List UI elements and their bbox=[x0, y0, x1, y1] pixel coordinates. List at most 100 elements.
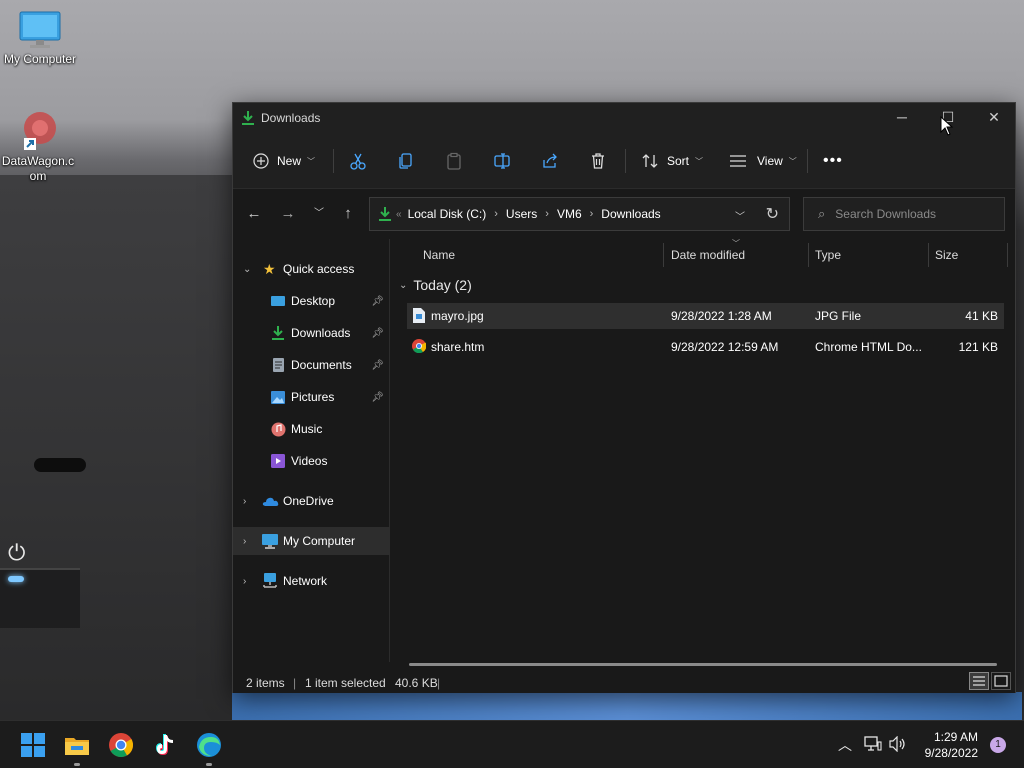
refresh-icon[interactable]: ↻ bbox=[766, 204, 779, 224]
chrome-icon bbox=[412, 339, 426, 353]
breadcrumb-vm6[interactable]: VM6 bbox=[557, 207, 582, 221]
picture-icon bbox=[271, 390, 285, 404]
taskbar: ︿ 1:29 AM 9/28/2022 1 bbox=[0, 720, 1024, 768]
file-type: JPG File bbox=[815, 309, 862, 323]
address-history-chevron-icon[interactable]: ﹀ bbox=[735, 208, 745, 223]
nav-item-label: Documents bbox=[291, 358, 352, 372]
chevron-down-icon: ﹀ bbox=[695, 156, 704, 166]
copy-button[interactable] bbox=[397, 147, 415, 175]
search-placeholder: Search Downloads bbox=[835, 207, 937, 221]
column-divider[interactable] bbox=[663, 243, 664, 267]
recent-locations-button[interactable]: ﹀ bbox=[307, 203, 331, 225]
nav-item-label: Videos bbox=[291, 454, 328, 468]
group-header-today[interactable]: ⌄ Today (2) bbox=[399, 277, 472, 293]
desktop-icon-my-computer[interactable]: My Computer bbox=[0, 10, 80, 67]
minimize-button[interactable]: ─ bbox=[879, 103, 925, 133]
clipboard-icon bbox=[447, 152, 461, 170]
view-button[interactable]: View ﹀ bbox=[729, 147, 797, 175]
navigation-pane: ⌄ ★ Quick access Desktop 📌︎ Downloads 📌︎… bbox=[233, 239, 390, 662]
windows-start-icon[interactable] bbox=[19, 731, 47, 759]
chevron-right-icon[interactable]: › bbox=[243, 576, 246, 587]
show-hidden-icons-chevron-icon[interactable]: ︿ bbox=[838, 735, 852, 755]
nav-item-my-computer[interactable]: › My Computer bbox=[233, 527, 390, 555]
rename-icon bbox=[494, 153, 510, 169]
command-bar: New ﹀ Sort ﹀ View ﹀ ••• bbox=[233, 133, 1015, 189]
file-size: 41 KB bbox=[965, 309, 998, 323]
chevron-right-icon[interactable]: › bbox=[494, 208, 498, 220]
chevron-down-icon: ﹀ bbox=[307, 156, 316, 166]
nav-item-downloads[interactable]: Downloads 📌︎ bbox=[233, 319, 390, 347]
star-icon: ★ bbox=[263, 260, 276, 277]
overflow-chevron-icon: « bbox=[396, 208, 402, 220]
video-icon bbox=[271, 454, 285, 468]
system-clock[interactable]: 1:29 AM 9/28/2022 bbox=[925, 729, 978, 761]
column-header-date[interactable]: Date modified bbox=[671, 248, 745, 262]
chrome-taskbar-icon[interactable] bbox=[107, 731, 135, 759]
network-status-icon[interactable] bbox=[864, 736, 882, 752]
column-divider[interactable] bbox=[808, 243, 809, 267]
title-bar[interactable]: Downloads ─ ☐ ✕ bbox=[233, 103, 1015, 133]
chevron-down-icon[interactable]: ⌄ bbox=[243, 264, 251, 275]
rename-button[interactable] bbox=[493, 147, 511, 175]
file-name: mayro.jpg bbox=[431, 309, 484, 323]
nav-quick-access[interactable]: ⌄ ★ Quick access bbox=[233, 255, 390, 283]
file-list: Name Date modified ﹀ Type Size ⌄ Today (… bbox=[391, 239, 1015, 666]
nav-item-label: Pictures bbox=[291, 390, 335, 404]
nav-item-music[interactable]: Music bbox=[233, 415, 390, 443]
nav-item-videos[interactable]: Videos bbox=[233, 447, 390, 475]
edge-taskbar-icon[interactable] bbox=[195, 731, 223, 759]
tiktok-taskbar-icon[interactable] bbox=[151, 731, 179, 759]
column-header-name[interactable]: Name bbox=[423, 248, 455, 262]
file-explorer-taskbar-icon[interactable] bbox=[63, 731, 91, 759]
nav-item-label: Desktop bbox=[291, 294, 336, 308]
nav-item-documents[interactable]: Documents 📌︎ bbox=[233, 351, 390, 379]
file-explorer-window: Downloads ─ ☐ ✕ New ﹀ Sort ﹀ View ﹀ ••• … bbox=[232, 102, 1016, 693]
back-button[interactable]: ← bbox=[242, 203, 266, 225]
delete-button[interactable] bbox=[589, 147, 607, 175]
nav-item-onedrive[interactable]: › OneDrive bbox=[233, 487, 390, 515]
column-header-type[interactable]: Type bbox=[815, 248, 841, 262]
notification-badge[interactable]: 1 bbox=[990, 737, 1006, 753]
sort-button[interactable]: Sort ﹀ bbox=[641, 147, 703, 175]
file-row-mayro[interactable]: mayro.jpg 9/28/2022 1:28 AM JPG File 41 … bbox=[407, 303, 1004, 329]
chevron-right-icon[interactable]: › bbox=[243, 496, 246, 507]
nav-item-network[interactable]: › Network bbox=[233, 567, 390, 595]
chevron-down-icon: ﹀ bbox=[788, 156, 797, 166]
chevron-down-icon[interactable]: ⌄ bbox=[399, 280, 407, 291]
address-bar[interactable]: « Local Disk (C:) › Users › VM6 › Downlo… bbox=[369, 197, 790, 231]
toolbar-divider bbox=[333, 149, 334, 173]
desktop-icon-datawagon[interactable]: DataWagon.c om bbox=[0, 108, 78, 184]
large-icons-view-button[interactable] bbox=[991, 672, 1011, 690]
network-icon bbox=[263, 573, 277, 588]
nav-item-pictures[interactable]: Pictures 📌︎ bbox=[233, 383, 390, 411]
chevron-right-icon[interactable]: › bbox=[545, 208, 549, 220]
search-input[interactable]: ⌕ Search Downloads bbox=[803, 197, 1005, 231]
breadcrumb-users[interactable]: Users bbox=[506, 207, 537, 221]
cut-button[interactable] bbox=[349, 147, 367, 175]
close-button[interactable]: ✕ bbox=[971, 103, 1017, 133]
download-icon bbox=[242, 111, 254, 125]
column-header-size[interactable]: Size bbox=[935, 248, 958, 262]
clock-time: 1:29 AM bbox=[933, 730, 978, 744]
up-button[interactable]: ↑ bbox=[336, 203, 360, 225]
chevron-right-icon[interactable]: › bbox=[590, 208, 594, 220]
forward-button[interactable]: → bbox=[276, 203, 300, 225]
nav-item-desktop[interactable]: Desktop 📌︎ bbox=[233, 287, 390, 315]
chevron-right-icon[interactable]: › bbox=[243, 536, 246, 547]
file-row-share[interactable]: share.htm 9/28/2022 12:59 AM Chrome HTML… bbox=[407, 334, 1004, 360]
status-divider: | bbox=[293, 676, 297, 690]
wallpaper-laptop bbox=[0, 175, 240, 720]
details-view-button[interactable] bbox=[969, 672, 989, 690]
new-button[interactable]: New ﹀ bbox=[253, 147, 315, 175]
horizontal-scrollbar[interactable] bbox=[409, 663, 997, 666]
paste-button[interactable] bbox=[445, 147, 463, 175]
details-view-icon bbox=[973, 676, 985, 686]
column-divider[interactable] bbox=[928, 243, 929, 267]
share-button[interactable] bbox=[541, 147, 559, 175]
breadcrumb-local-disk[interactable]: Local Disk (C:) bbox=[408, 207, 487, 221]
breadcrumb-downloads[interactable]: Downloads bbox=[601, 207, 660, 221]
more-options-button[interactable]: ••• bbox=[823, 147, 843, 175]
toolbar-divider bbox=[807, 149, 808, 173]
column-divider[interactable] bbox=[1007, 243, 1008, 267]
volume-icon[interactable] bbox=[889, 736, 907, 752]
